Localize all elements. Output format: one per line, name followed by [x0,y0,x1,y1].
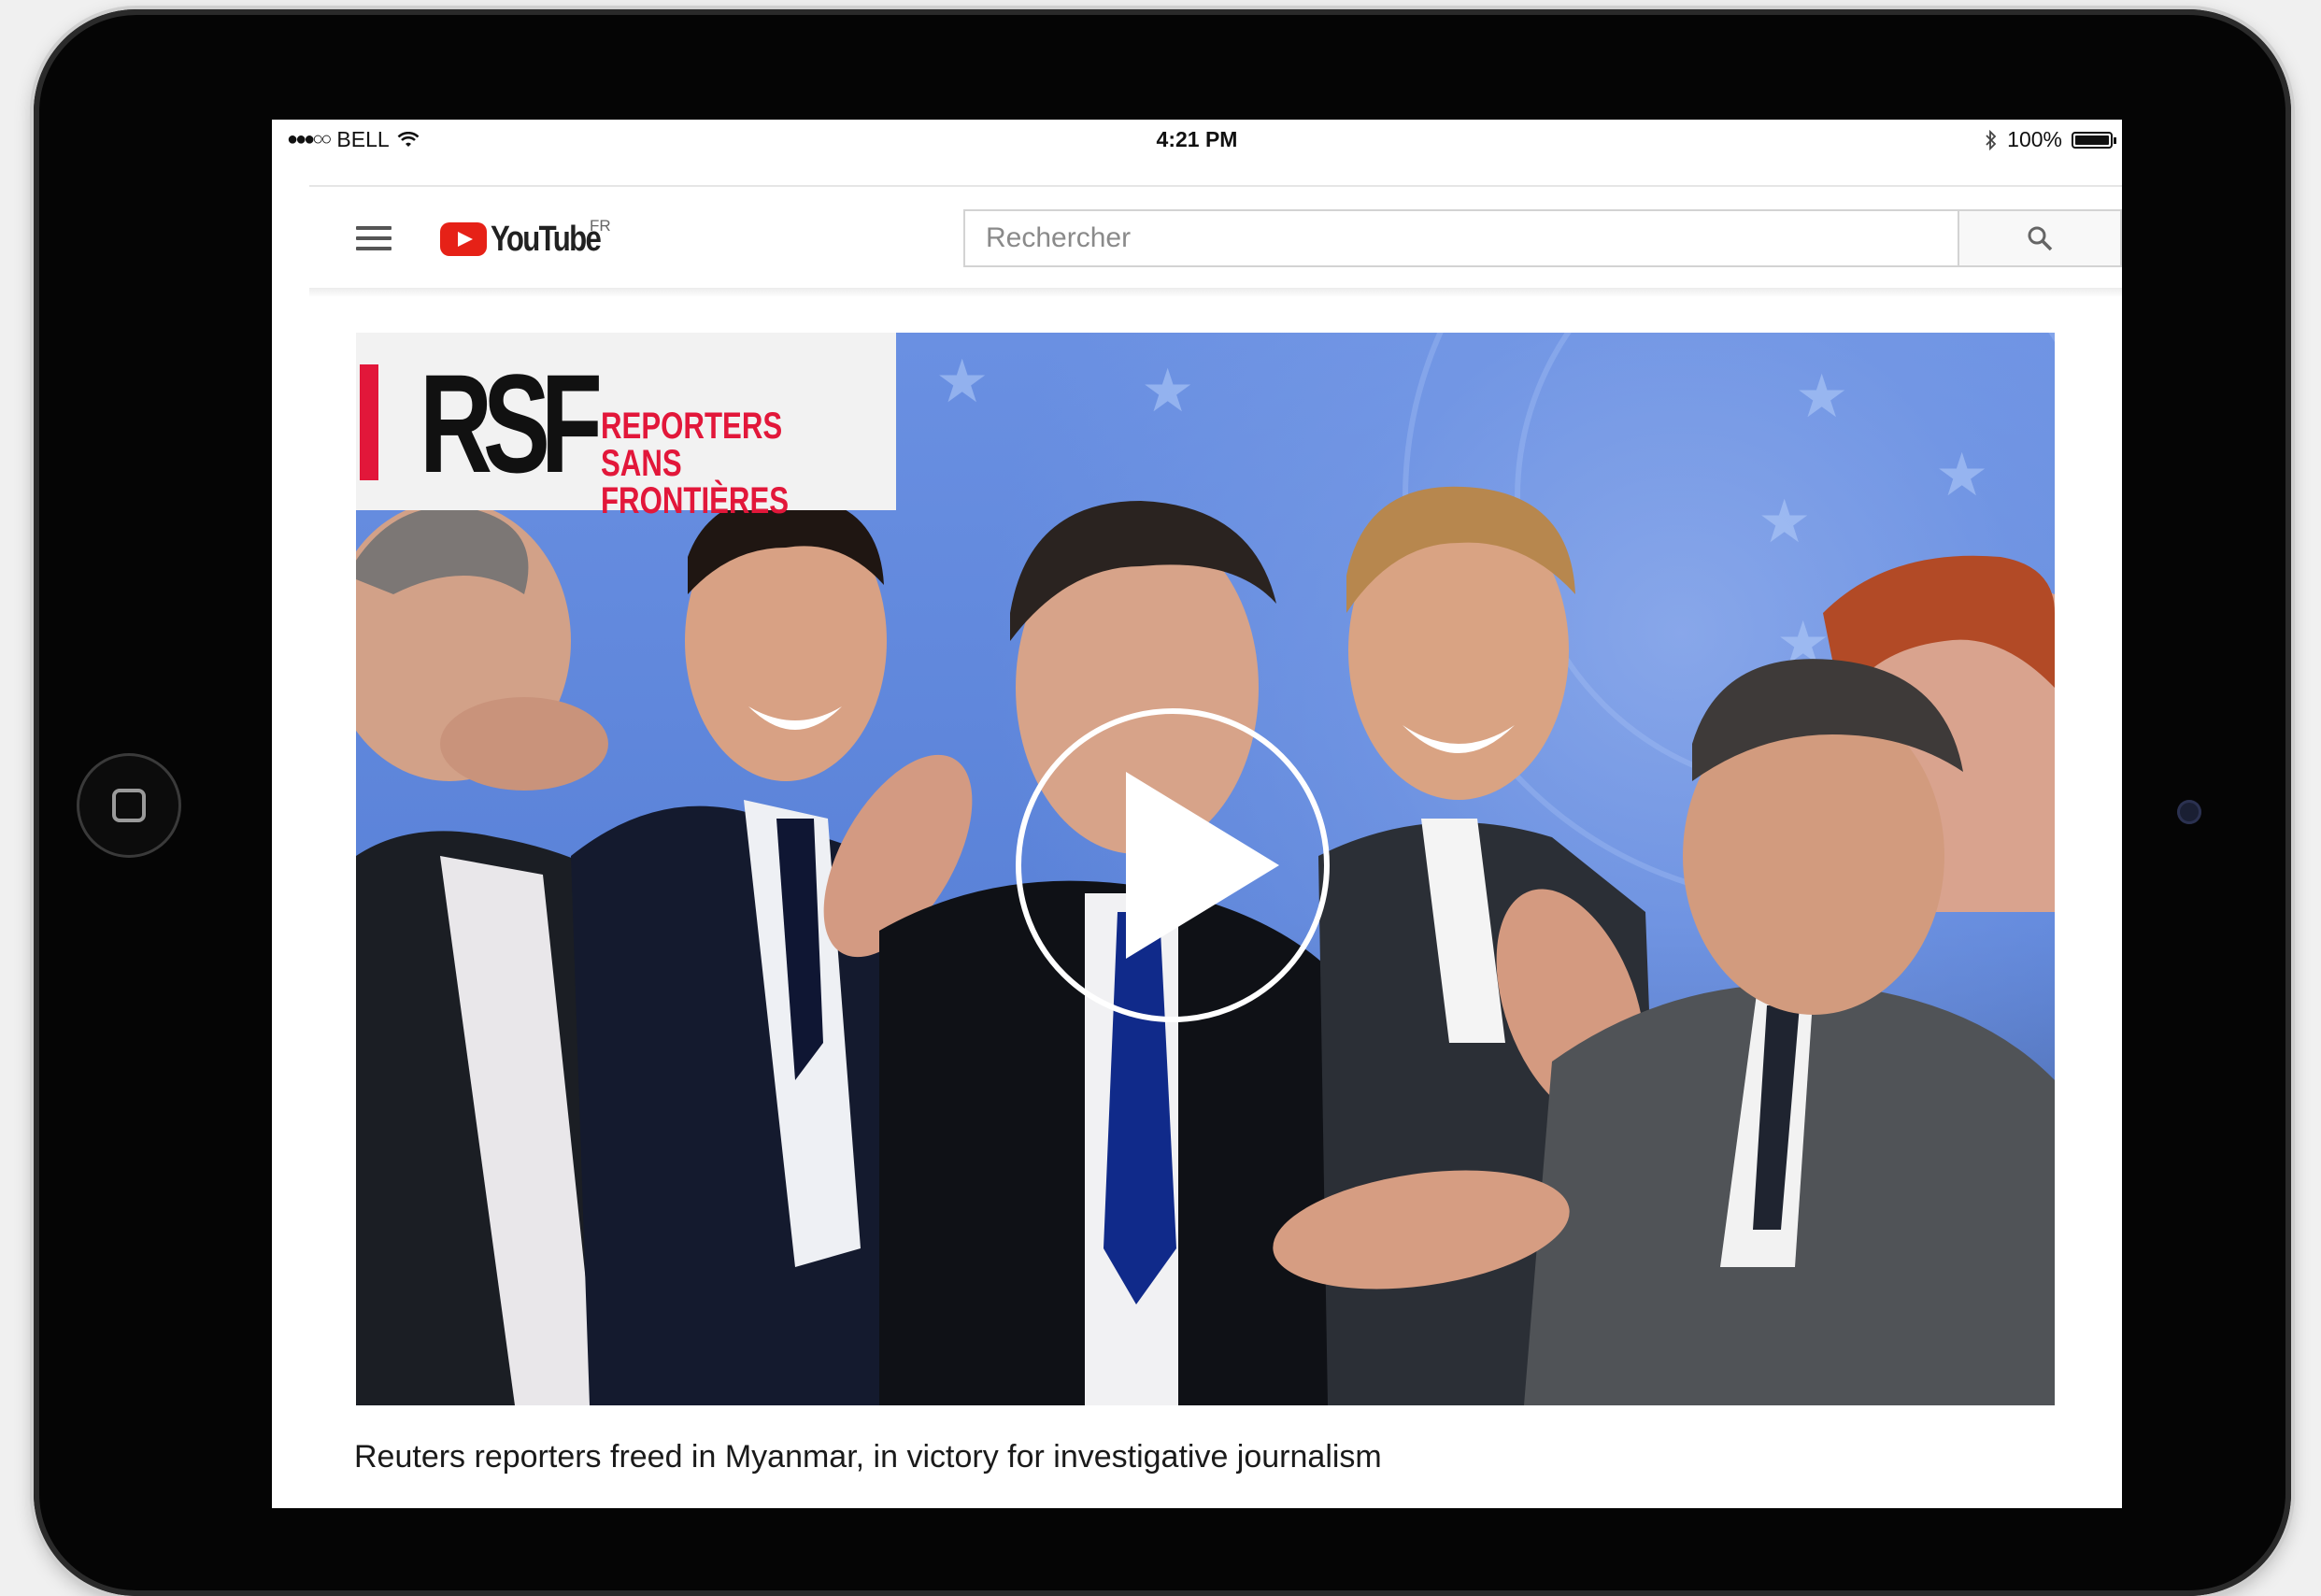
rsf-channel-logo: RSF REPORTERS SANS FRONTIÈRES [356,333,896,520]
play-icon [1126,772,1279,959]
rsf-logo-line1: REPORTERS [601,406,783,447]
youtube-logo-text: YouTube [491,219,602,259]
video-player[interactable]: ★ ★ ★ ★ ★ ★ ★ [356,333,2055,1405]
video-title[interactable]: Reuters reporters freed in Myanmar, in v… [354,1439,1382,1475]
search-input[interactable]: Rechercher [963,209,1959,267]
front-camera [2177,800,2201,824]
header-shadow [309,288,2122,297]
bluetooth-icon [1986,129,1997,150]
status-bar: ●●●○○ BELL 4:21 PM 100% [272,120,2122,163]
rsf-logo-line2: SANS FRONTIÈRES [601,443,790,521]
status-right: 100% [1985,127,2116,152]
youtube-play-logo-icon [440,222,487,256]
home-button[interactable] [77,753,181,858]
rsf-red-bar [360,364,378,480]
status-time: 4:21 PM [1156,127,1238,151]
rsf-logo-name: REPORTERS SANS FRONTIÈRES [601,407,831,520]
battery-percent: 100% [2007,127,2062,151]
search-icon [2028,226,2053,251]
region-label: FR [590,217,611,235]
youtube-header: YouTube FR Rechercher [272,187,2122,292]
tablet-frame: ●●●○○ BELL 4:21 PM 100% YouTube FR Reche… [34,9,2291,1596]
battery-icon [2072,131,2116,149]
play-button[interactable] [1016,708,1330,1022]
screen: ●●●○○ BELL 4:21 PM 100% YouTube FR Reche… [272,120,2122,1508]
home-square-icon [112,789,146,822]
hamburger-menu-icon[interactable] [356,226,392,250]
search-button[interactable] [1958,209,2122,267]
rsf-logo-letters: RSF [420,345,603,502]
